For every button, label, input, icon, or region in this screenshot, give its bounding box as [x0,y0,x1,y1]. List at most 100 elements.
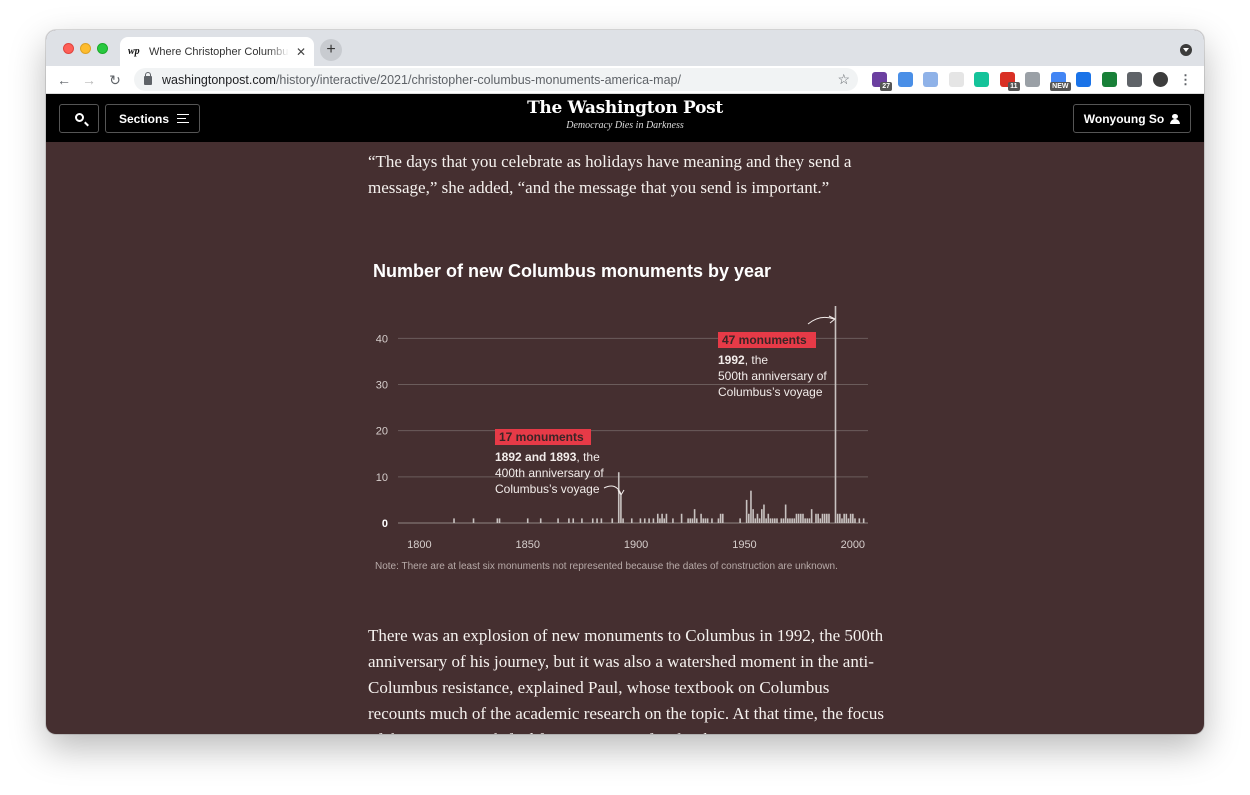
x-tick-label: 1850 [515,539,539,551]
extension-badge: NEW [1050,82,1071,91]
user-name: Wonyoung So [1083,111,1165,126]
bar [852,513,854,523]
annotation-arrowhead [828,315,836,324]
annotation-text-line: Columbus’s voyage [718,385,823,399]
masthead[interactable]: The Washington Post Democracy Dies in Da… [46,98,1204,131]
kebab-menu-icon[interactable]: ⋮ [1178,72,1193,87]
bar [817,513,819,523]
bar [663,518,666,523]
chart: Number of new Columbus monuments by year… [368,256,878,576]
annotation-bold: 1992 [718,353,745,367]
bar [687,518,689,523]
address-bar[interactable]: washingtonpost.com/history/interactive/2… [134,68,858,91]
bar [581,518,583,523]
tab-search-icon[interactable] [1180,44,1192,56]
bar [806,518,809,523]
url-text[interactable]: washingtonpost.com/history/interactive/2… [162,73,681,87]
bar [841,518,843,523]
extension-icon[interactable]: 27 [872,72,892,91]
bar [702,518,705,523]
chart-title: Number of new Columbus monuments by year [373,261,772,281]
close-tab-icon[interactable]: ✕ [296,45,306,59]
bar [767,513,770,523]
bar [745,499,748,523]
bar [826,513,828,523]
bar [661,513,663,523]
bar [752,509,754,523]
grammarly-icon[interactable] [974,72,989,87]
infinity-icon[interactable] [1076,72,1091,87]
bar [643,518,646,523]
bar [704,518,707,523]
bar [843,513,845,523]
bar [591,518,594,523]
y-tick-label: 20 [376,426,388,438]
bar [823,513,826,523]
heart-icon[interactable] [1101,72,1117,87]
extension-icon[interactable] [923,72,938,87]
bar [706,518,709,523]
bar [600,518,603,523]
close-window-button[interactable] [63,43,74,54]
chart-svg: 0 10 20 30 40 1800 1850 1900 1950 2000 17 monument… [376,306,868,551]
extension-icon[interactable]: NEW [1050,72,1071,91]
bar [795,513,798,523]
bar [652,518,655,523]
bar [804,518,806,523]
back-arrow-icon[interactable]: ← [54,70,74,90]
bar [760,509,763,523]
bar [776,518,778,523]
bar [639,518,642,523]
user-account-button[interactable]: Wonyoung So [1073,104,1191,133]
bar [620,495,622,523]
bar [648,518,650,523]
bar [769,518,772,523]
bar [747,513,750,523]
extension-icon[interactable]: 11 [999,72,1020,91]
x-tick-label: 1800 [407,539,431,551]
masthead-logo[interactable]: The Washington Post [46,98,1204,118]
profile-avatar-icon[interactable] [1152,72,1168,87]
annotation-text: , the [576,450,600,464]
bar [793,518,796,523]
bar [862,518,865,523]
bar [789,518,791,523]
y-tick-label: 40 [376,333,388,345]
puzzle-icon[interactable] [1127,72,1142,87]
maximize-window-button[interactable] [97,43,108,54]
camera-icon[interactable] [1025,72,1040,87]
bar [693,509,696,523]
bar [611,518,614,523]
tab-strip: wp Where Christopher Columbus monuments … [46,30,1204,66]
x-tick-label: 1900 [624,539,648,551]
annotation-text-line: 1992, the [718,353,768,367]
annotation-text: , the [745,353,769,367]
bar [756,513,759,523]
bookmark-star-icon[interactable]: ☆ [837,71,850,88]
minimize-window-button[interactable] [80,43,91,54]
bar [849,513,852,523]
bar [739,518,741,523]
bar [758,518,761,523]
bar [765,518,767,523]
extension-icon[interactable] [948,72,964,87]
article-paragraph: “The days that you celebrate as holidays… [368,152,852,197]
annotation-label: 47 monuments [722,333,807,347]
user-icon [1170,113,1181,124]
site-header: Sections The Washington Post Democracy D… [46,94,1204,142]
extension-icon[interactable] [897,72,913,87]
bar [821,513,824,523]
lock-icon[interactable] [144,72,152,85]
reload-icon[interactable]: ↻ [105,70,125,90]
browser-tab[interactable]: wp Where Christopher Columbus monuments … [120,37,314,66]
forward-arrow-icon[interactable]: → [79,70,99,90]
bar [858,518,861,523]
bar [665,513,668,523]
bar [689,518,692,523]
bar [791,518,793,523]
new-tab-button[interactable]: + [320,39,342,61]
bar [847,518,850,523]
bar [453,518,455,523]
bar [797,513,800,523]
washington-post-favicon-icon: wp [128,46,140,57]
